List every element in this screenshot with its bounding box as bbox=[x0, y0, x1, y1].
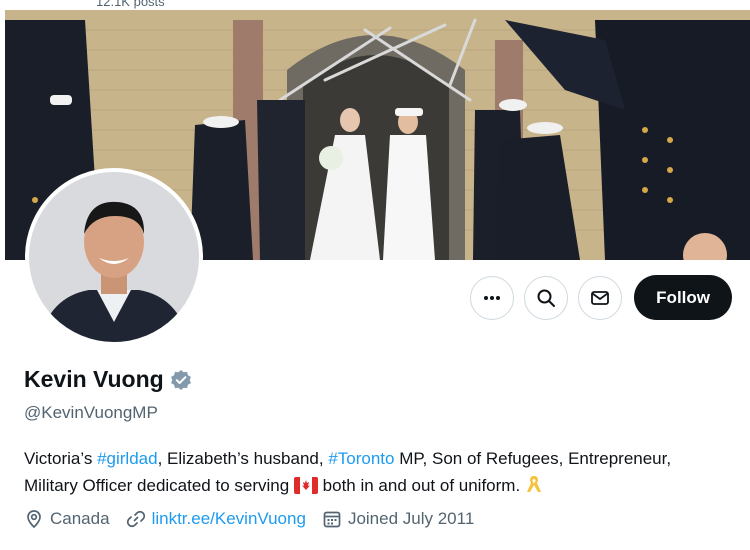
bio-text: MP, Son of Refugees, Entrepreneur, bbox=[394, 449, 672, 468]
envelope-icon bbox=[591, 290, 610, 305]
profile-avatar[interactable] bbox=[25, 168, 203, 346]
message-button[interactable] bbox=[578, 275, 623, 320]
search-icon bbox=[537, 289, 556, 307]
bio-text: both in and out of uniform. bbox=[322, 476, 521, 495]
calendar-icon bbox=[323, 511, 341, 528]
profile-bio: Victoria’s #girldad, Elizabeth’s husband… bbox=[24, 445, 744, 499]
posts-count: 12.1K posts bbox=[96, 0, 165, 9]
bio-text: , Elizabeth’s husband, bbox=[157, 449, 329, 468]
follow-button[interactable]: Follow bbox=[634, 275, 732, 320]
profile-handle: @KevinVuongMP bbox=[24, 403, 158, 422]
canada-flag-icon bbox=[293, 477, 318, 494]
website-item: linktr.ee/KevinVuong bbox=[126, 509, 306, 529]
location-item: Canada bbox=[24, 509, 110, 529]
more-button[interactable] bbox=[470, 275, 515, 320]
profile-meta: Canada linktr.ee/KevinVuong Joined July … bbox=[24, 509, 490, 529]
profile-actions: Follow bbox=[470, 275, 732, 320]
link-icon bbox=[126, 510, 145, 528]
joined-item: Joined July 2011 bbox=[322, 509, 474, 529]
search-profile-button[interactable] bbox=[524, 275, 569, 320]
hashtag-link-toronto[interactable]: #Toronto bbox=[328, 449, 394, 468]
location-pin-icon bbox=[27, 510, 41, 529]
display-name: Kevin Vuong bbox=[24, 366, 164, 392]
bio-line-1: Victoria’s #girldad, Elizabeth’s husband… bbox=[24, 445, 744, 472]
website-link[interactable]: linktr.ee/KevinVuong bbox=[152, 509, 306, 529]
joined-date: Joined July 2011 bbox=[347, 509, 475, 528]
bio-line-2: Military Officer dedicated to serving bo… bbox=[24, 472, 744, 499]
bio-text: Victoria’s bbox=[24, 449, 98, 468]
yellow-ribbon-icon bbox=[526, 476, 541, 492]
avatar-image bbox=[29, 172, 199, 342]
hashtag-link-girldad[interactable]: #girldad bbox=[97, 449, 158, 468]
more-horizontal-icon bbox=[484, 295, 501, 300]
location-text: Canada bbox=[50, 509, 110, 528]
bio-text: Military Officer dedicated to serving bbox=[24, 476, 290, 495]
verified-badge-icon[interactable] bbox=[170, 369, 192, 391]
profile-name-row: Kevin Vuong bbox=[24, 366, 192, 393]
